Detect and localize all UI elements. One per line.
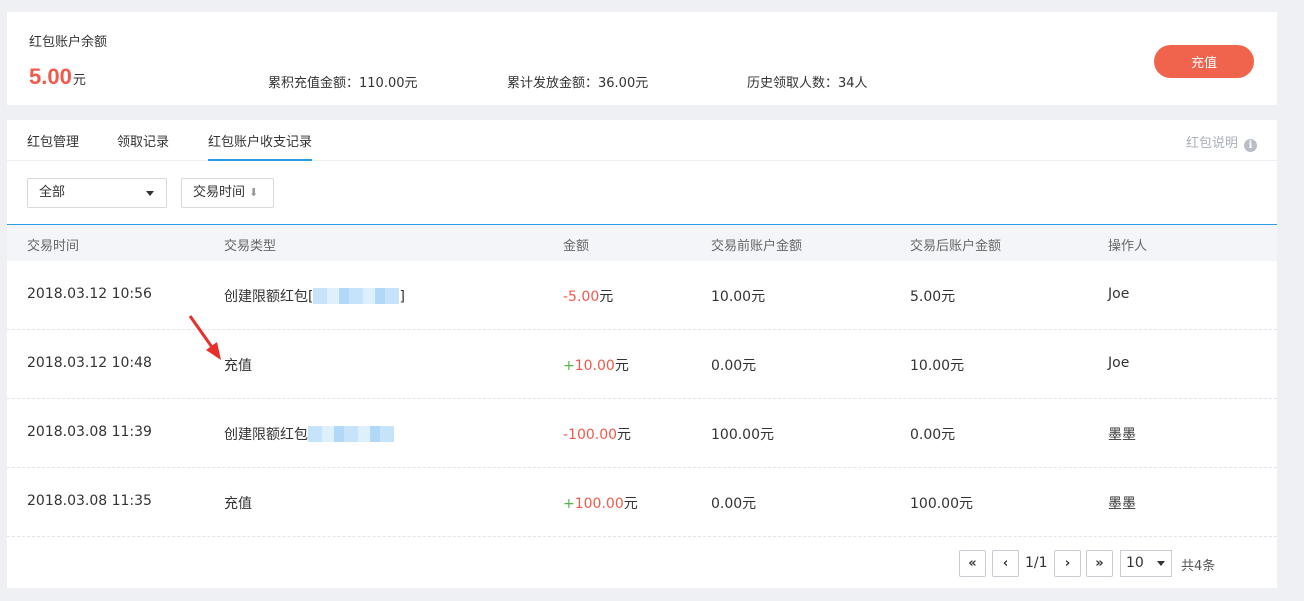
tab-account-transactions[interactable]: 红包账户收支记录 (208, 131, 313, 161)
cell-type: 创建限额红包 (224, 424, 394, 444)
amount-value: -5.00 (563, 289, 600, 305)
cell-type-end: ] (399, 289, 405, 305)
cell-after: 10.00元 (910, 358, 965, 374)
cell-time: 2018.03.08 11:35 (27, 493, 152, 509)
amount-sign: + (563, 358, 575, 374)
amount-value: 100.00 (574, 496, 624, 512)
last-page-button[interactable]: » (1086, 550, 1113, 577)
balance-amount: 5.00 (29, 64, 72, 89)
cell-time: 2018.03.12 10:48 (27, 355, 152, 371)
amount-unit: 元 (623, 496, 638, 512)
header-operator: 操作人 (1108, 239, 1148, 254)
balance-label: 红包账户余额 (29, 35, 108, 50)
page-size-value: 10 (1126, 555, 1144, 571)
cell-before: 10.00元 (711, 289, 766, 305)
amount-value: 10.00 (574, 358, 615, 374)
cell-operator: Joe (1108, 286, 1130, 302)
cell-amount: -100.00元 (563, 424, 631, 444)
total-issued: 累计发放金额：36.00元 (507, 76, 649, 91)
amount-sign: + (563, 496, 575, 512)
history-receivers: 历史领取人数：34人 (747, 76, 868, 91)
table-row: 2018.03.08 11:39 创建限额红包 -100.00元 100.00元… (7, 399, 1277, 468)
amount-unit: 元 (614, 358, 629, 374)
tab-redpacket-management[interactable]: 红包管理 (27, 131, 79, 150)
redacted-name (308, 426, 394, 442)
table-row: 2018.03.08 11:35 充值 +100.00元 0.00元 100.0… (7, 468, 1277, 537)
cell-type: 充值 (224, 358, 252, 374)
cell-operator: 墨墨 (1108, 427, 1136, 443)
amount-unit: 元 (599, 289, 614, 305)
page-size-select[interactable]: 10 (1120, 550, 1172, 577)
total-recharge: 累积充值金额：110.00元 (268, 76, 418, 91)
cell-after: 5.00元 (910, 289, 956, 305)
cell-operator: 墨墨 (1108, 496, 1136, 512)
cell-before: 100.00元 (711, 427, 774, 443)
table-header: 交易时间 交易类型 金额 交易前账户金额 交易后账户金额 操作人 (7, 224, 1277, 261)
header-amount: 金额 (563, 239, 590, 254)
total-count: 共4条 (1181, 559, 1216, 574)
sort-down-icon: ⬇ (249, 186, 259, 199)
chevron-down-icon (1157, 561, 1165, 566)
tab-claim-records[interactable]: 领取记录 (117, 131, 169, 150)
cell-type: 充值 (224, 496, 252, 512)
prev-page-button[interactable]: ‹ (992, 550, 1019, 577)
type-filter-select[interactable]: 全部 (27, 178, 167, 208)
balance-unit: 元 (72, 73, 86, 88)
cell-before: 0.00元 (711, 496, 757, 512)
annotation-arrow-icon (188, 315, 221, 360)
amount-value: -100.00 (563, 427, 618, 443)
cell-after: 0.00元 (910, 427, 956, 443)
cell-after: 100.00元 (910, 496, 973, 512)
info-icon: i (1244, 139, 1257, 152)
cell-type-text: 创建限额红包 (224, 427, 308, 443)
cell-amount: +100.00元 (563, 493, 638, 513)
cell-time: 2018.03.08 11:39 (27, 424, 152, 440)
help-link[interactable]: 红包说明 i (1186, 132, 1257, 152)
header-time: 交易时间 (27, 239, 80, 254)
redacted-name (313, 288, 400, 304)
chevron-down-icon (146, 191, 154, 196)
header-after: 交易后账户金额 (910, 239, 1002, 254)
tab-bar: 红包管理 领取记录 红包账户收支记录 红包说明 i (7, 120, 1277, 161)
first-page-button[interactable]: « (959, 550, 986, 577)
recharge-button[interactable]: 充值 (1154, 45, 1254, 78)
cell-time: 2018.03.12 10:56 (27, 286, 152, 302)
cell-amount: +10.00元 (563, 355, 629, 375)
help-label: 红包说明 (1185, 136, 1238, 151)
balance-card: 红包账户余额 5.00元 累积充值金额：110.00元 累计发放金额：36.00… (7, 12, 1277, 105)
amount-unit: 元 (617, 427, 632, 443)
sort-label: 交易时间 (193, 185, 246, 200)
cell-amount: -5.00元 (563, 286, 613, 306)
balance-value: 5.00元 (29, 64, 86, 90)
cell-operator: Joe (1108, 355, 1130, 371)
next-page-button[interactable]: › (1054, 550, 1081, 577)
cell-before: 0.00元 (711, 358, 757, 374)
cell-type-text: 创建限额红包[ (224, 289, 314, 305)
cell-type: 创建限额红包[] (224, 286, 405, 306)
header-type: 交易类型 (224, 239, 277, 254)
page-info: 1/1 (1025, 555, 1048, 571)
header-before: 交易前账户金额 (711, 239, 803, 254)
sort-by-time-button[interactable]: 交易时间 ⬇ (181, 178, 274, 208)
type-filter-value: 全部 (39, 185, 66, 200)
